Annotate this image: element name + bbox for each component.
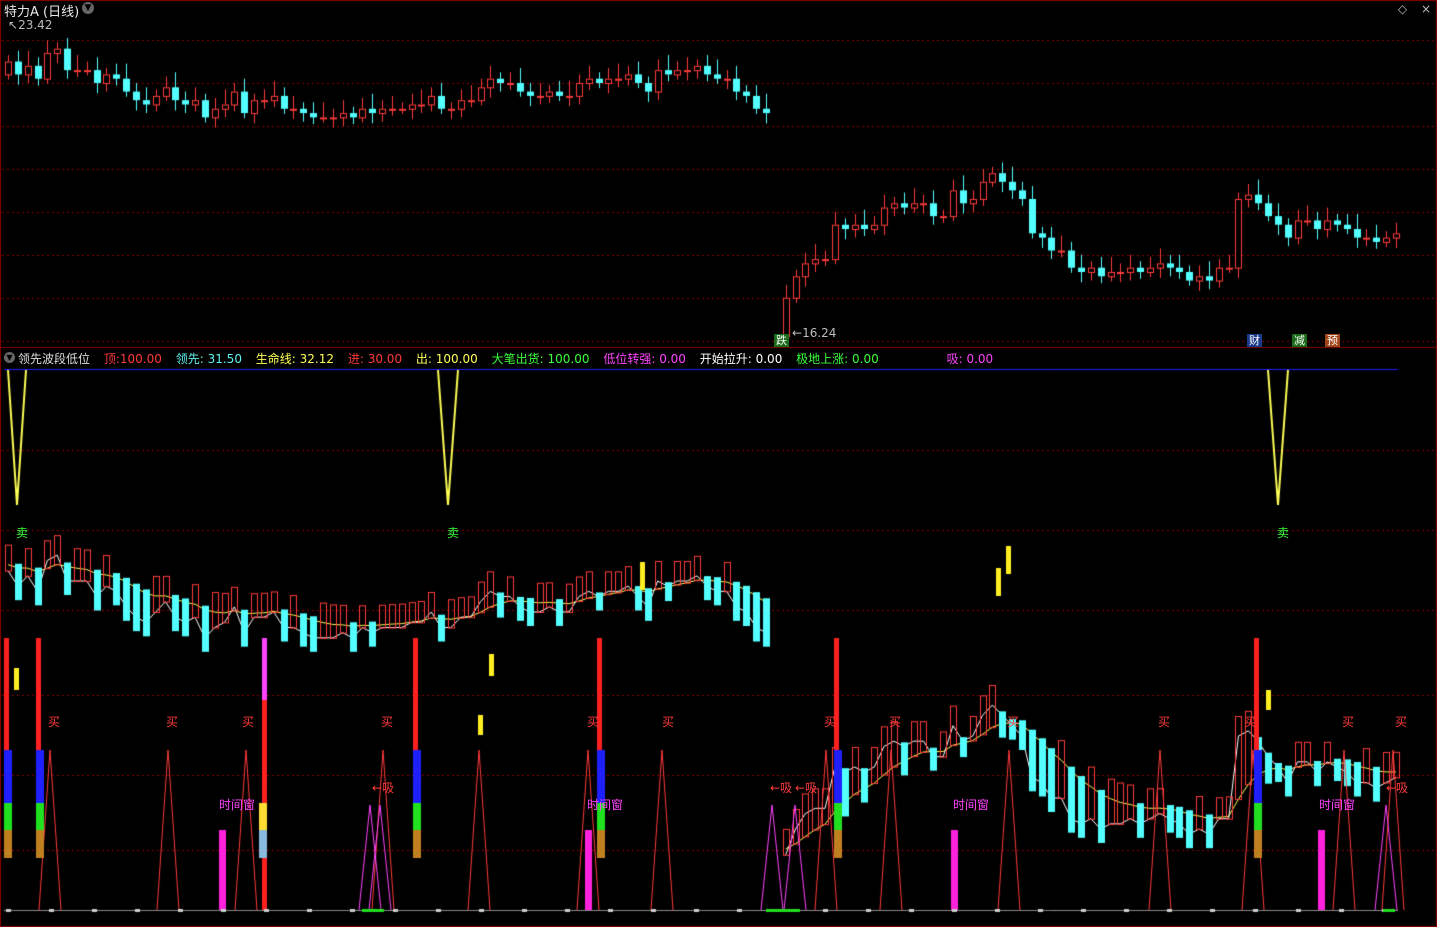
event-badge-fall[interactable]: 跌 (774, 334, 789, 347)
signal-absorb-label: ←吸 (372, 781, 395, 795)
signal-buy-label: 买 (48, 715, 61, 729)
stock-chart-canvas[interactable] (0, 0, 1437, 927)
signal-buy-label: 买 (381, 715, 394, 729)
window-controls: ◇ × (1388, 2, 1431, 16)
signal-time-window-label: 时间窗 (1319, 798, 1356, 812)
signal-sell-label: 卖 (447, 526, 460, 540)
legend-big-sell: 大笔出货: 100.00 (491, 352, 590, 366)
price-low-label: ←16.24 (792, 326, 837, 340)
event-badge-finance[interactable]: 财 (1247, 334, 1262, 347)
signal-sell-label: 卖 (16, 526, 29, 540)
signal-time-window-label: 时间窗 (953, 798, 990, 812)
chevron-down-icon[interactable]: ▼ (82, 2, 94, 14)
legend-in: 进: 30.00 (347, 352, 403, 366)
event-badge-reduce[interactable]: 减 (1292, 334, 1307, 347)
signal-buy-label: 买 (587, 715, 600, 729)
signal-sell-label: 卖 (1277, 526, 1290, 540)
signal-buy-label: 买 (1395, 715, 1408, 729)
signal-buy-label: 买 (662, 715, 675, 729)
signal-buy-label: 买 (1007, 715, 1020, 729)
legend-surge: 极地上涨: 0.00 (796, 352, 879, 366)
legend-life-line: 生命线: 32.12 (255, 352, 335, 366)
signal-absorb-label: ←吸 (1386, 781, 1409, 795)
signal-absorb-label: ←吸 (795, 781, 818, 795)
legend-absorb: 吸: 0.00 (946, 352, 994, 366)
close-icon[interactable]: × (1421, 2, 1431, 16)
event-badge-forecast[interactable]: 预 (1325, 334, 1340, 347)
signal-buy-label: 买 (242, 715, 255, 729)
indicator-toggle-icon[interactable]: ▼ (4, 352, 15, 363)
signal-time-window-label: 时间窗 (587, 798, 624, 812)
signal-time-window-label: 时间窗 (219, 798, 256, 812)
signal-buy-label: 买 (166, 715, 179, 729)
signal-buy-label: 买 (824, 715, 837, 729)
legend-lead: 领先: 31.50 (175, 352, 242, 366)
signal-buy-label: 买 (1158, 715, 1171, 729)
legend-top: 顶:100.00 (103, 352, 162, 366)
legend-start-rise: 开始拉升: 0.00 (699, 352, 783, 366)
legend-low-strong: 低位转强: 0.00 (603, 352, 686, 366)
indicator-name: 领先波段低位 (18, 352, 91, 366)
price-high-label: ↖23.42 (8, 18, 53, 32)
legend-out: 出: 100.00 (415, 352, 478, 366)
signal-buy-label: 买 (1244, 715, 1257, 729)
signal-buy-label: 买 (1342, 715, 1355, 729)
signal-buy-label: 买 (889, 715, 902, 729)
indicator-legend: 领先波段低位 顶:100.00 领先: 31.50 生命线: 32.12 进: … (18, 350, 1003, 367)
signal-absorb-label: ←吸 (770, 781, 793, 795)
restore-icon[interactable]: ◇ (1398, 2, 1407, 16)
